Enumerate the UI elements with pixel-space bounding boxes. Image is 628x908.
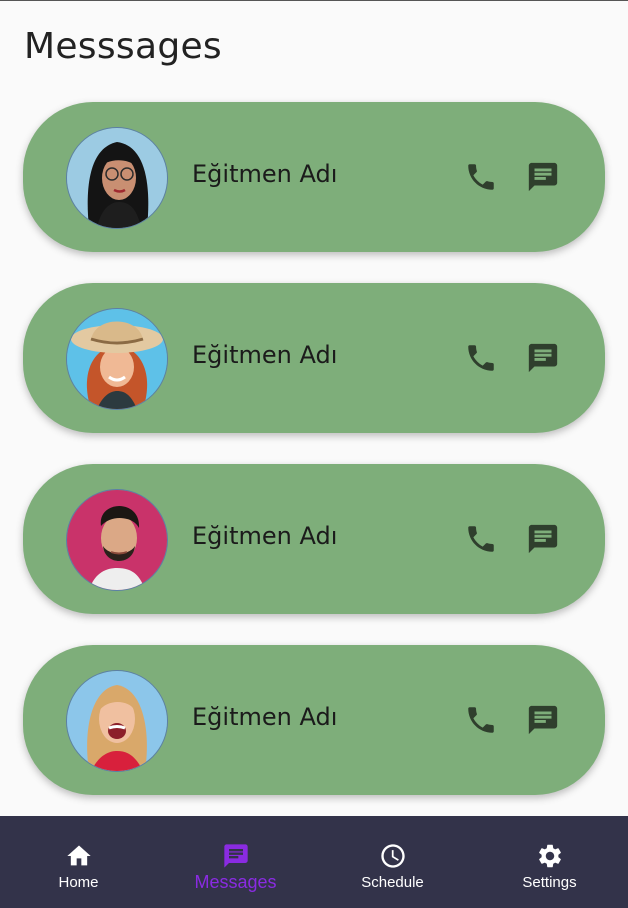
contact-name: Eğitmen Adı <box>192 522 338 550</box>
top-border <box>0 0 628 1</box>
page-title: Messsages <box>24 26 222 67</box>
contact-name: Eğitmen Adı <box>192 160 338 188</box>
contact-name: Eğitmen Adı <box>192 703 338 731</box>
woman-laughing-avatar <box>67 671 167 771</box>
man-beard-avatar <box>67 490 167 590</box>
home-icon <box>66 845 91 866</box>
contact-card[interactable]: Eğitmen Adı <box>23 283 605 433</box>
nav-item-messages[interactable]: Messages <box>157 816 314 908</box>
phone-icon[interactable] <box>464 703 498 737</box>
nav-label-messages: Messages <box>194 872 277 892</box>
message-icon[interactable] <box>526 341 560 375</box>
message-icon[interactable] <box>526 522 560 556</box>
avatar <box>66 308 168 410</box>
nav-label-home: Home <box>58 874 99 891</box>
avatar <box>66 489 168 591</box>
clock-icon <box>380 844 405 868</box>
contact-name: Eğitmen Adı <box>192 341 338 369</box>
bottom-navigation: Home Messages Schedule Settings <box>0 816 628 908</box>
nav-label-schedule: Schedule <box>361 874 424 891</box>
contact-card[interactable]: Eğitmen Adı <box>23 645 605 795</box>
woman-hat-avatar <box>67 309 167 409</box>
avatar <box>66 127 168 229</box>
nav-item-schedule[interactable]: Schedule <box>314 816 471 908</box>
contact-list: Eğitmen Adı Eğitmen Adı Eğitmen Adı Eğit… <box>23 102 605 826</box>
phone-icon[interactable] <box>464 522 498 556</box>
nav-item-settings[interactable]: Settings <box>471 816 628 908</box>
gear-icon <box>538 844 561 868</box>
contact-card[interactable]: Eğitmen Adı <box>23 102 605 252</box>
message-icon[interactable] <box>526 160 560 194</box>
nav-label-settings: Settings <box>522 874 577 891</box>
phone-icon[interactable] <box>464 160 498 194</box>
nav-item-home[interactable]: Home <box>0 816 157 908</box>
contact-card[interactable]: Eğitmen Adı <box>23 464 605 614</box>
message-icon <box>223 844 248 868</box>
message-icon[interactable] <box>526 703 560 737</box>
woman-glasses-avatar <box>67 128 167 228</box>
avatar <box>66 670 168 772</box>
phone-icon[interactable] <box>464 341 498 375</box>
